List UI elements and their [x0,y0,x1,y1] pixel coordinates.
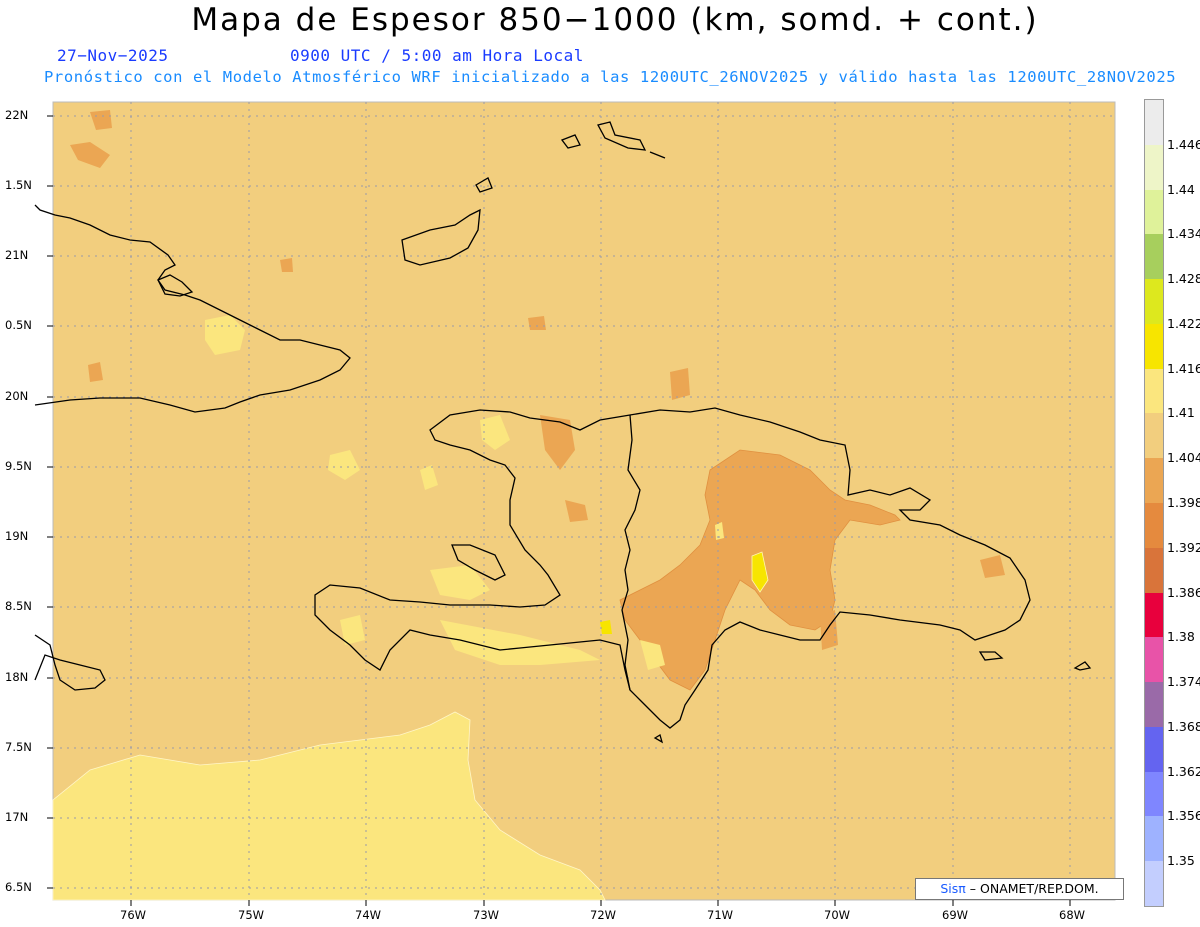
colorbar [1144,99,1164,907]
lat-label: 22N [5,108,29,122]
colorbar-segment [1145,682,1163,728]
credit-text: – ONAMET/REP.DOM. [969,881,1099,896]
colorbar-label: 1.428 [1167,271,1200,287]
colorbar-segment [1145,368,1163,414]
lon-label: 68W [1059,908,1086,922]
colorbar-segment [1145,189,1163,235]
colorbar-label: 1.416 [1167,360,1200,376]
credit-box: Sisπ – ONAMET/REP.DOM. [915,878,1124,900]
lon-label: 72W [590,908,617,922]
colorbar-segment [1145,771,1163,817]
colorbar-label: 1.422 [1167,315,1200,331]
colorbar-label: 1.404 [1167,450,1200,466]
colorbar-label: 1.434 [1167,226,1200,242]
orange-patch [820,610,838,650]
lat-label: 18N [5,670,29,684]
colorbar-label: 1.41 [1167,405,1195,421]
lat-label: 1.5N [5,178,32,192]
colorbar-label: 1.368 [1167,718,1200,734]
colorbar-segment [1145,234,1163,280]
colorbar-label: 1.35 [1167,853,1195,869]
colorbar-label: 1.374 [1167,674,1200,690]
lat-label: 0.5N [5,318,32,332]
colorbar-segment [1145,323,1163,370]
colorbar-segment [1145,637,1163,683]
colorbar-label: 1.38 [1167,629,1195,645]
colorbar-segment [1145,100,1163,146]
lon-label: 69W [942,908,969,922]
colorbar-label: 1.362 [1167,763,1200,779]
lon-label: 74W [355,908,382,922]
colorbar-label: 1.398 [1167,495,1200,510]
lon-label: 76W [120,908,147,922]
colorbar-segment [1145,144,1163,191]
orange-patch [670,368,690,400]
colorbar-label: 1.44 [1167,181,1195,197]
orange-patch [528,316,546,330]
lat-label: 9.5N [5,459,32,473]
colorbar-segment [1145,816,1163,862]
lon-label: 75W [238,908,265,922]
colorbar-segment [1145,413,1163,459]
colorbar-segment [1145,279,1163,325]
colorbar-label: 1.392 [1167,539,1200,555]
colorbar-segment [1145,547,1163,594]
yellow-spot [600,620,612,634]
lat-label: 8.5N [5,599,32,613]
lat-label: 20N [5,389,29,403]
colorbar-segment [1145,592,1163,638]
orange-patch [280,258,293,272]
colorbar-label: 1.356 [1167,808,1200,824]
lat-label: 21N [5,248,29,262]
colorbar-label: 1.386 [1167,584,1200,600]
lon-label: 70W [824,908,851,922]
lat-label: 19N [5,529,29,543]
colorbar-label: 1.446 [1167,136,1200,152]
colorbar-segment [1145,458,1163,504]
lon-label: 71W [707,908,734,922]
lat-label: 7.5N [5,740,32,754]
colorbar-segment [1145,726,1163,773]
colorbar-segment [1145,861,1163,907]
colorbar-segment [1145,503,1163,549]
lon-label: 73W [473,908,500,922]
thickness-map [34,101,1116,906]
lat-label: 17N [5,810,29,824]
lat-label: 6.5N [5,880,32,894]
credit-logo: Sisπ [940,881,966,896]
